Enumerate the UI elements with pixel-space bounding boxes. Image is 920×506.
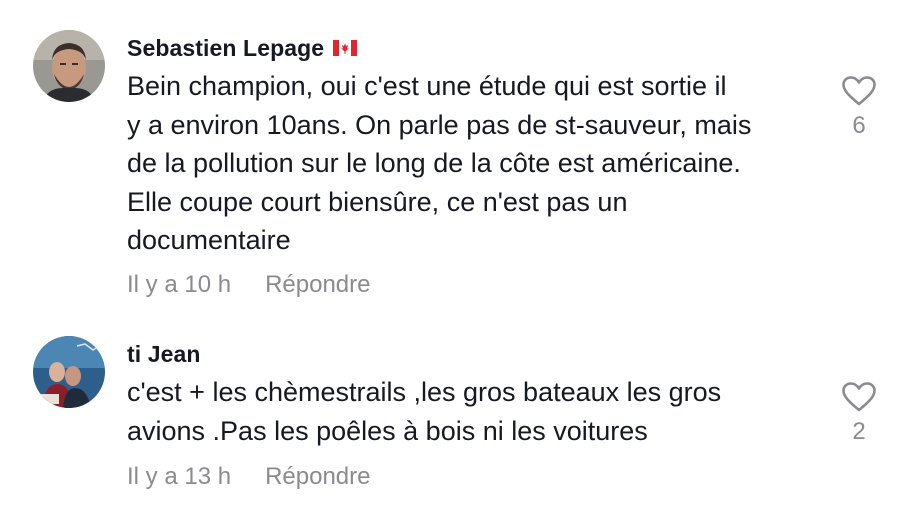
canada-flag-icon (333, 39, 358, 56)
heart-icon[interactable] (839, 76, 879, 106)
comment-meta: Il y a 10 h Répondre (127, 271, 370, 299)
comment-meta: Il y a 13 h Répondre (127, 463, 370, 491)
like-button[interactable]: 6 (839, 76, 879, 140)
username-text[interactable]: ti Jean (127, 341, 201, 367)
like-count: 6 (852, 112, 866, 139)
avatar[interactable] (33, 30, 105, 102)
comment-time: Il y a 10 h (127, 271, 232, 298)
comment-item: ti Jean c'est + les chèmestrails ,les gr… (0, 320, 920, 506)
comment-item: Sebastien Lepage Bein champion, oui c'es… (0, 0, 920, 310)
username-text[interactable]: Sebastien Lepage (127, 35, 324, 61)
comment-username[interactable]: Sebastien Lepage (127, 35, 358, 62)
heart-icon[interactable] (839, 382, 879, 412)
comment-username[interactable]: ti Jean (127, 341, 201, 368)
comment-text: c'est + les chèmestrails ,les gros batea… (127, 377, 722, 446)
reply-button[interactable]: Répondre (265, 463, 370, 490)
comment-text: Bein champion, oui c'est une étude qui e… (127, 71, 752, 255)
reply-button[interactable]: Répondre (265, 271, 370, 298)
comment-time: Il y a 13 h (127, 463, 232, 490)
like-count: 2 (852, 418, 866, 445)
avatar[interactable] (33, 336, 105, 408)
like-button[interactable]: 2 (839, 382, 879, 446)
